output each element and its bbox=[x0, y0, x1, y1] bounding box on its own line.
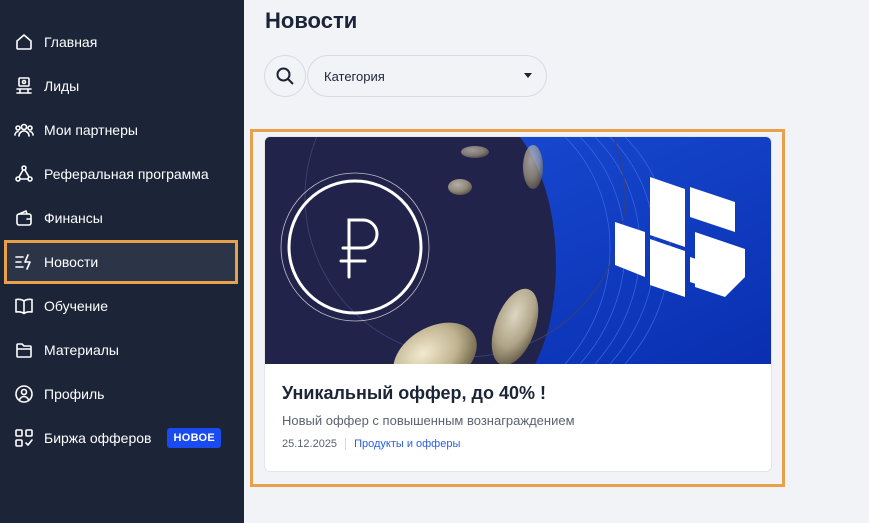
news-card-description: Новый оффер с повышенным вознаграждением bbox=[282, 413, 575, 428]
home-icon bbox=[12, 30, 36, 54]
sidebar-item-learning[interactable]: Обучение bbox=[4, 284, 238, 328]
news-card-date: 25.12.2025 bbox=[282, 438, 347, 450]
book-icon bbox=[12, 294, 36, 318]
profile-icon bbox=[12, 382, 36, 406]
sidebar-item-label: Реферальная программа bbox=[44, 166, 209, 182]
sidebar-item-referral[interactable]: Реферальная программа bbox=[4, 152, 238, 196]
category-select-label: Категория bbox=[324, 68, 385, 84]
leads-icon bbox=[12, 74, 36, 98]
category-select[interactable]: Категория bbox=[307, 55, 547, 97]
news-card-meta: 25.12.2025 Продукты и офферы bbox=[282, 438, 460, 450]
main-content: Новости Категория Уникальный оффер, до 4… bbox=[244, 0, 869, 523]
news-card[interactable]: Уникальный оффер, до 40% ! Новый оффер с… bbox=[264, 136, 772, 472]
sidebar-item-label: Мои партнеры bbox=[44, 122, 138, 138]
news-card-image bbox=[265, 137, 771, 364]
sidebar-item-label: Профиль bbox=[44, 386, 105, 402]
offers-grid-icon bbox=[12, 426, 36, 450]
news-icon bbox=[12, 250, 36, 274]
sidebar-item-label: Материалы bbox=[44, 342, 119, 358]
sidebar: Главная Лиды Мои партнеры Реферальная пр… bbox=[0, 0, 244, 523]
sidebar-item-label: Новости bbox=[44, 254, 99, 270]
search-button[interactable] bbox=[264, 55, 306, 97]
referral-icon bbox=[12, 162, 36, 186]
folder-icon bbox=[12, 338, 36, 362]
sidebar-item-partners[interactable]: Мои партнеры bbox=[4, 108, 238, 152]
wallet-icon bbox=[12, 206, 36, 230]
sidebar-item-finance[interactable]: Финансы bbox=[4, 196, 238, 240]
news-card-title: Уникальный оффер, до 40% ! bbox=[282, 383, 546, 403]
chevron-down-icon bbox=[524, 73, 532, 78]
sidebar-item-label: Главная bbox=[44, 34, 98, 50]
sidebar-item-offers-exchange[interactable]: Биржа офферов НОВОЕ bbox=[4, 416, 238, 460]
sidebar-item-label: Обучение bbox=[44, 298, 109, 314]
sidebar-item-label: Финансы bbox=[44, 210, 103, 226]
search-icon bbox=[276, 67, 294, 85]
sidebar-item-label: Биржа офферов bbox=[44, 430, 152, 446]
sidebar-item-home[interactable]: Главная bbox=[4, 20, 238, 64]
new-badge: НОВОЕ bbox=[167, 428, 222, 448]
sidebar-item-label: Лиды bbox=[44, 78, 80, 94]
partners-icon bbox=[12, 118, 36, 142]
sidebar-item-leads[interactable]: Лиды bbox=[4, 64, 238, 108]
sidebar-item-news[interactable]: Новости bbox=[4, 240, 238, 284]
news-card-category-link[interactable]: Продукты и офферы bbox=[346, 438, 460, 450]
sidebar-item-materials[interactable]: Материалы bbox=[4, 328, 238, 372]
sidebar-item-profile[interactable]: Профиль bbox=[4, 372, 238, 416]
page-title: Новости bbox=[265, 8, 358, 33]
